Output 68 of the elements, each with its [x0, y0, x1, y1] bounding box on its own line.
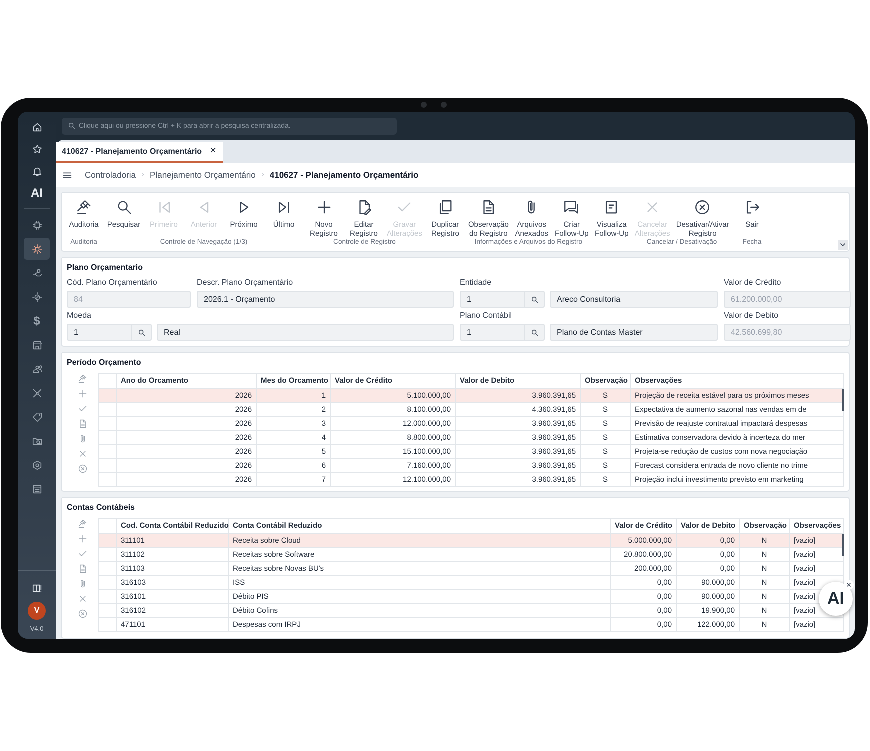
- close-icon[interactable]: [78, 594, 88, 604]
- bell-icon[interactable]: [32, 166, 42, 176]
- section-title: Período Orçamento: [67, 357, 142, 369]
- description-field[interactable]: Areco Consultoria: [550, 291, 718, 308]
- camera-icon: [421, 102, 427, 108]
- check-icon[interactable]: [78, 549, 88, 559]
- search-icon: [68, 122, 76, 130]
- breadcrumb-item: 410627 - Planejamento Orçamentário: [270, 168, 419, 182]
- network-icon: [32, 388, 42, 398]
- list-icon: [32, 484, 42, 494]
- search-icon: [116, 199, 132, 216]
- users-icon: [32, 364, 42, 374]
- field-label: Descr. Plano Orçamentário: [197, 277, 294, 289]
- chevron-icon: [140, 172, 146, 178]
- code-field[interactable]: 1: [460, 324, 545, 341]
- code-field[interactable]: 1: [67, 324, 152, 341]
- scrollbar[interactable]: [842, 389, 844, 411]
- field-label: Entidade: [460, 277, 493, 289]
- field-label: Plano Contábil: [460, 310, 514, 322]
- check-icon[interactable]: [78, 404, 88, 414]
- breadcrumb-item[interactable]: Controladoria: [85, 168, 136, 182]
- gavel-icon: [76, 199, 92, 216]
- chip-icon: [32, 220, 42, 230]
- search-icon[interactable]: [530, 328, 538, 336]
- breadcrumb-item[interactable]: Planejamento Orçamentário: [150, 168, 256, 182]
- circle-x-icon[interactable]: [78, 609, 88, 619]
- section-title: Plano Orçamentario: [67, 262, 144, 274]
- camera-icon: [441, 102, 447, 108]
- store-icon: [32, 340, 42, 350]
- cog-icon: [32, 460, 42, 470]
- document-icon[interactable]: [78, 564, 88, 574]
- book-icon[interactable]: [32, 582, 42, 594]
- description-field[interactable]: Plano de Contas Master: [550, 324, 718, 341]
- ai-button[interactable]: AI: [31, 182, 43, 204]
- input-field[interactable]: 2026.1 - Orçamento: [197, 291, 454, 308]
- chevron-icon: [260, 172, 266, 178]
- star-icon[interactable]: [32, 144, 42, 154]
- expand-button[interactable]: [838, 240, 848, 250]
- folder-icon: [32, 436, 42, 446]
- field-label: Moeda: [67, 310, 92, 322]
- field-label: Valor de Crédito: [724, 277, 782, 289]
- search-icon[interactable]: [530, 296, 538, 304]
- description-field[interactable]: Real: [157, 324, 454, 341]
- gavel-icon[interactable]: [78, 374, 88, 384]
- circle-x-icon: [694, 199, 712, 216]
- home-icon[interactable]: [32, 122, 42, 132]
- field-label: Cód. Plano Orçamentário: [67, 277, 158, 289]
- chevron-down-icon: [839, 241, 847, 249]
- close-tab-button[interactable]: ×: [210, 143, 216, 160]
- plus-icon[interactable]: [78, 534, 88, 544]
- gavel-icon[interactable]: [78, 519, 88, 529]
- close-icon[interactable]: [78, 449, 88, 459]
- field-label: Valor de Debito: [724, 310, 780, 322]
- section-title: Contas Contábeis: [67, 502, 136, 514]
- chat-icon: [563, 199, 580, 216]
- module-button[interactable]: $: [24, 310, 50, 332]
- user-avatar[interactable]: V: [28, 602, 46, 620]
- plus-icon[interactable]: [78, 389, 88, 399]
- search-icon[interactable]: [138, 328, 146, 336]
- hand-icon: [32, 268, 42, 278]
- code-field[interactable]: 1: [460, 291, 545, 308]
- document-tab[interactable]: 410627 - Planejamento Orçamentário ×: [56, 142, 222, 163]
- scrollbar[interactable]: [842, 534, 844, 556]
- plus-icon: [316, 199, 332, 216]
- circle-x-icon[interactable]: [78, 464, 88, 474]
- module-button[interactable]: [24, 238, 50, 260]
- tag-icon: [32, 412, 42, 422]
- document-icon[interactable]: [78, 419, 88, 429]
